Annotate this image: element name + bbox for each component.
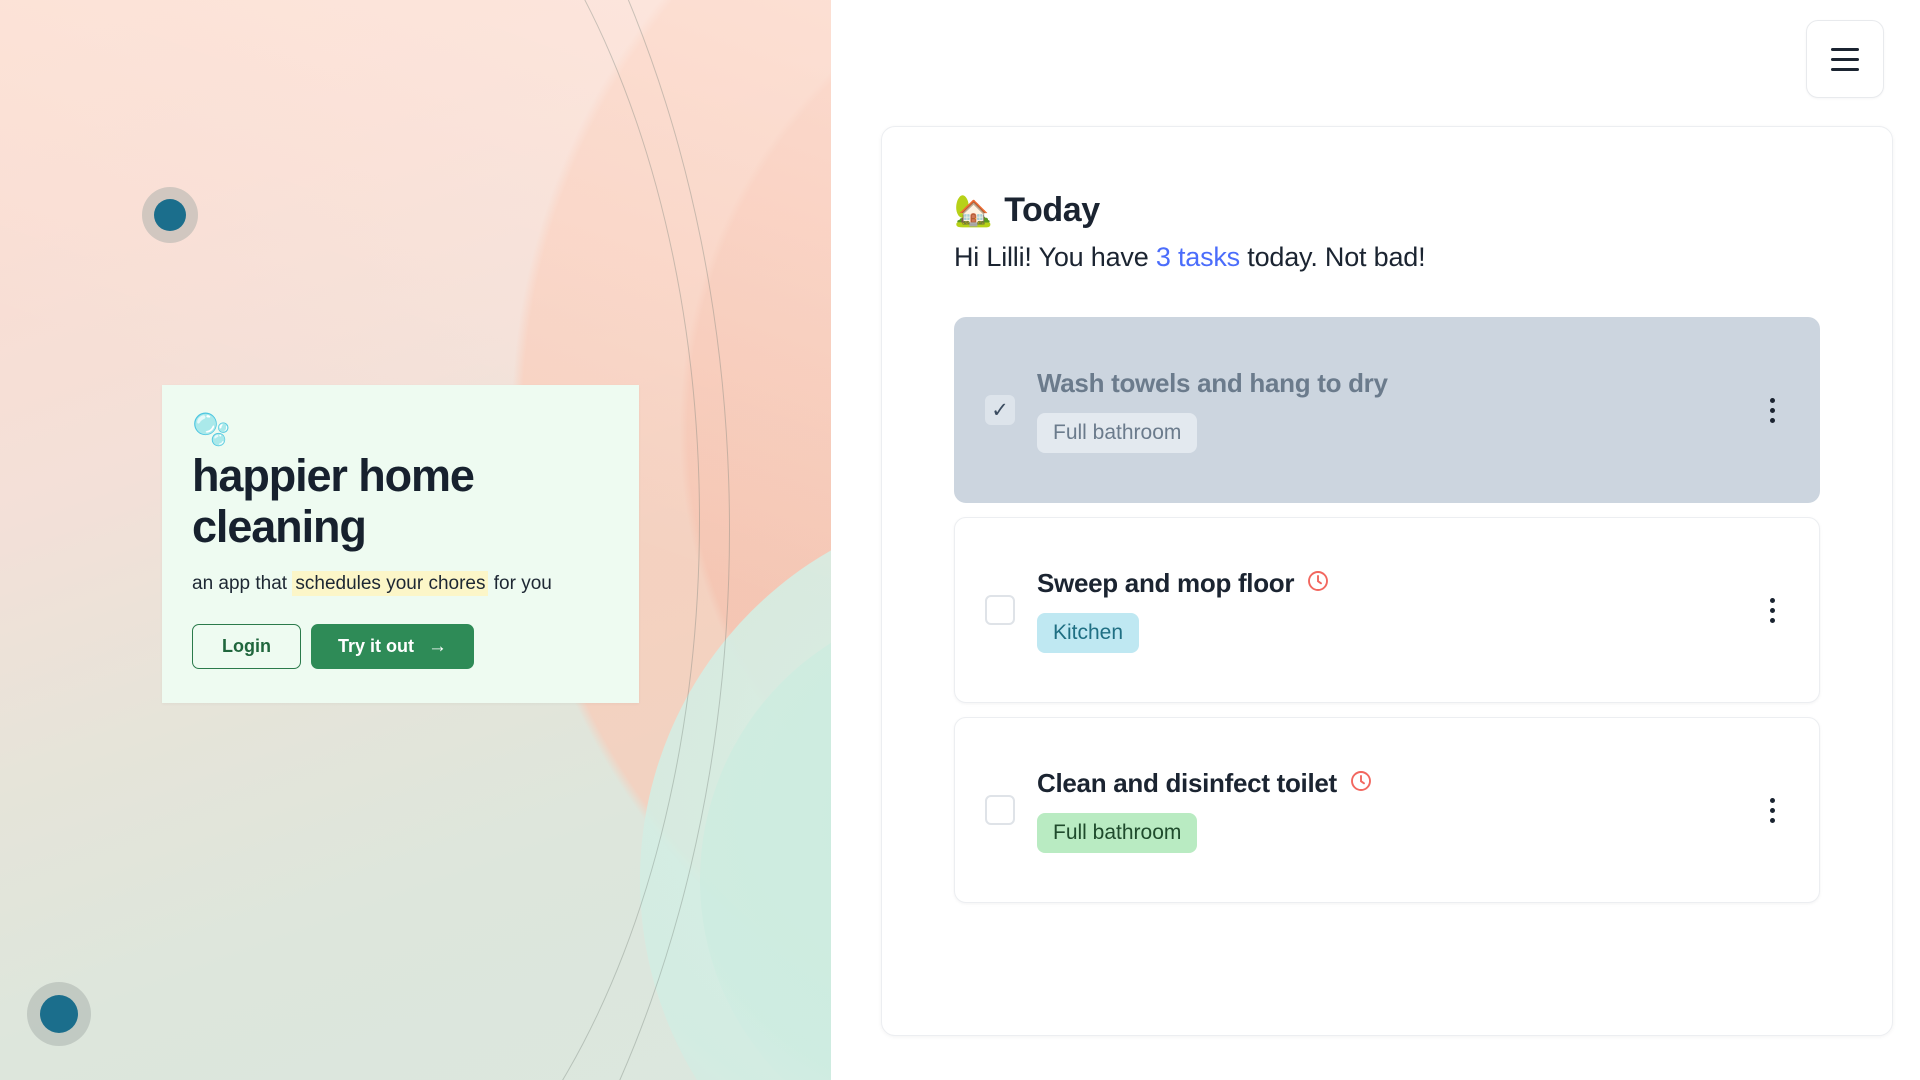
check-icon: ✓ bbox=[991, 398, 1009, 422]
kebab-dot bbox=[1769, 817, 1775, 823]
decorative-dot-bottom bbox=[27, 982, 91, 1046]
task-row[interactable]: Clean and disinfect toilet Full bathroom bbox=[954, 717, 1820, 903]
hamburger-menu-button[interactable] bbox=[1806, 20, 1884, 98]
hamburger-icon-line bbox=[1831, 57, 1859, 61]
today-panel: 🏡 Today Hi Lilli! You have 3 tasks today… bbox=[881, 126, 1893, 1036]
hamburger-icon-line bbox=[1831, 47, 1859, 51]
page-title: 🏡 Today bbox=[954, 191, 1820, 230]
kebab-dot bbox=[1769, 797, 1775, 803]
hamburger-icon-line bbox=[1831, 67, 1859, 71]
kebab-dot bbox=[1769, 417, 1775, 423]
task-title-row: Clean and disinfect toilet bbox=[1037, 768, 1737, 799]
greeting-post: today. Not bad! bbox=[1239, 242, 1426, 272]
more-vertical-icon[interactable] bbox=[1755, 797, 1789, 823]
task-title: Clean and disinfect toilet bbox=[1037, 767, 1337, 798]
task-room-badge: Full bathroom bbox=[1037, 412, 1198, 453]
clock-overdue-icon bbox=[1306, 569, 1330, 598]
hero-actions: Login Try it out → bbox=[192, 623, 609, 669]
decorative-dot-core bbox=[40, 995, 78, 1033]
hero-subtitle-pre: an app that bbox=[192, 572, 293, 594]
task-body: Sweep and mop floor Kitchen bbox=[1037, 568, 1737, 653]
more-vertical-icon[interactable] bbox=[1755, 397, 1789, 423]
task-checkbox[interactable] bbox=[985, 595, 1015, 625]
clock-overdue-icon bbox=[1349, 769, 1373, 798]
kebab-dot bbox=[1769, 607, 1775, 613]
task-title: Wash towels and hang to dry bbox=[1037, 367, 1388, 398]
kebab-dot bbox=[1769, 397, 1775, 403]
kebab-dot bbox=[1769, 807, 1775, 813]
kebab-dot bbox=[1769, 407, 1775, 413]
kebab-dot bbox=[1769, 617, 1775, 623]
task-title-row: Sweep and mop floor bbox=[1037, 568, 1737, 599]
more-vertical-icon[interactable] bbox=[1755, 597, 1789, 623]
app-panel-area: 🏡 Today Hi Lilli! You have 3 tasks today… bbox=[831, 0, 1920, 1080]
hero-panel: 🫧 happier home cleaning an app that sche… bbox=[0, 0, 831, 1080]
greeting-pre: Hi Lilli! You have bbox=[954, 242, 1156, 272]
task-room-badge: Full bathroom bbox=[1037, 812, 1198, 853]
page-title-label: Today bbox=[1004, 191, 1100, 229]
task-title-row: Wash towels and hang to dry bbox=[1037, 368, 1737, 399]
house-icon: 🏡 bbox=[954, 193, 993, 228]
try-it-out-label: Try it out bbox=[337, 635, 414, 656]
task-checkbox-checked[interactable]: ✓ bbox=[985, 395, 1015, 425]
bubbles-icon: 🫧 bbox=[192, 412, 231, 447]
hero-subtitle-post: for you bbox=[488, 572, 552, 594]
task-row[interactable]: Sweep and mop floor Kitchen bbox=[954, 517, 1820, 703]
task-title: Sweep and mop floor bbox=[1037, 567, 1295, 598]
hero-subtitle-highlight: schedules your chores bbox=[292, 570, 489, 596]
task-checkbox[interactable] bbox=[985, 795, 1015, 825]
hero-subtitle: an app that schedules your chores for yo… bbox=[192, 570, 592, 598]
greeting-text: Hi Lilli! You have 3 tasks today. Not ba… bbox=[954, 242, 1820, 273]
decorative-dot-top bbox=[142, 187, 198, 243]
try-it-out-button[interactable]: Try it out → bbox=[310, 623, 474, 669]
task-count-link[interactable]: 3 tasks bbox=[1156, 242, 1240, 272]
hero-title: happier home cleaning bbox=[192, 450, 475, 552]
arrow-right-icon: → bbox=[427, 635, 447, 657]
task-list: ✓ Wash towels and hang to dry Full bathr… bbox=[954, 317, 1820, 903]
decorative-dot-core bbox=[154, 199, 186, 231]
hero-card: 🫧 happier home cleaning an app that sche… bbox=[162, 385, 639, 703]
kebab-dot bbox=[1769, 597, 1775, 603]
task-body: Clean and disinfect toilet Full bathroom bbox=[1037, 768, 1737, 853]
task-row[interactable]: ✓ Wash towels and hang to dry Full bathr… bbox=[954, 317, 1820, 503]
login-button[interactable]: Login bbox=[192, 623, 301, 669]
task-body: Wash towels and hang to dry Full bathroo… bbox=[1037, 368, 1737, 453]
task-room-badge: Kitchen bbox=[1037, 612, 1140, 653]
app-root: 🫧 happier home cleaning an app that sche… bbox=[0, 0, 1920, 1080]
